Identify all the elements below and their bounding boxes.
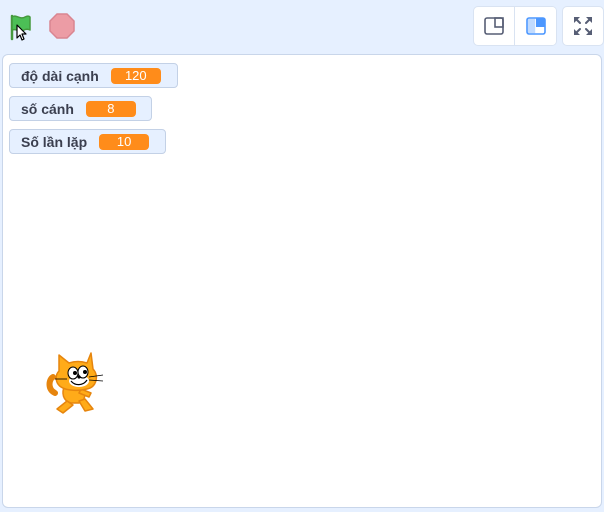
scratch-player: độ dài cạnh 120 số cánh 8 Số lần lặp 10 xyxy=(0,0,604,512)
scratch-cat-sprite[interactable] xyxy=(45,349,111,415)
cat-icon xyxy=(46,352,104,414)
green-flag-icon xyxy=(10,14,31,41)
monitor-value: 10 xyxy=(99,133,150,150)
monitor-label: Số lần lặp xyxy=(21,133,88,150)
stage-size-toggle xyxy=(473,6,557,46)
stage-canvas[interactable]: độ dài cạnh 120 số cánh 8 Số lần lặp 10 xyxy=(2,54,602,508)
stop-button[interactable] xyxy=(48,12,76,40)
monitor-value: 8 xyxy=(85,100,136,117)
variable-monitor[interactable]: Số lần lặp 10 xyxy=(9,129,166,154)
monitor-label: số cánh xyxy=(21,100,74,117)
stage-header xyxy=(0,0,604,52)
small-stage-icon xyxy=(484,17,504,35)
fullscreen-icon xyxy=(574,17,592,35)
monitor-value: 120 xyxy=(110,67,161,84)
variable-monitor[interactable]: độ dài cạnh 120 xyxy=(9,63,178,88)
variable-monitor[interactable]: số cánh 8 xyxy=(9,96,152,121)
small-stage-button[interactable] xyxy=(474,7,515,45)
large-stage-button[interactable] xyxy=(515,7,556,45)
stop-icon xyxy=(49,13,75,39)
monitor-label: độ dài cạnh xyxy=(21,67,99,84)
green-flag-button[interactable] xyxy=(6,12,36,42)
fullscreen-button[interactable] xyxy=(562,6,604,46)
large-stage-icon xyxy=(525,17,546,35)
